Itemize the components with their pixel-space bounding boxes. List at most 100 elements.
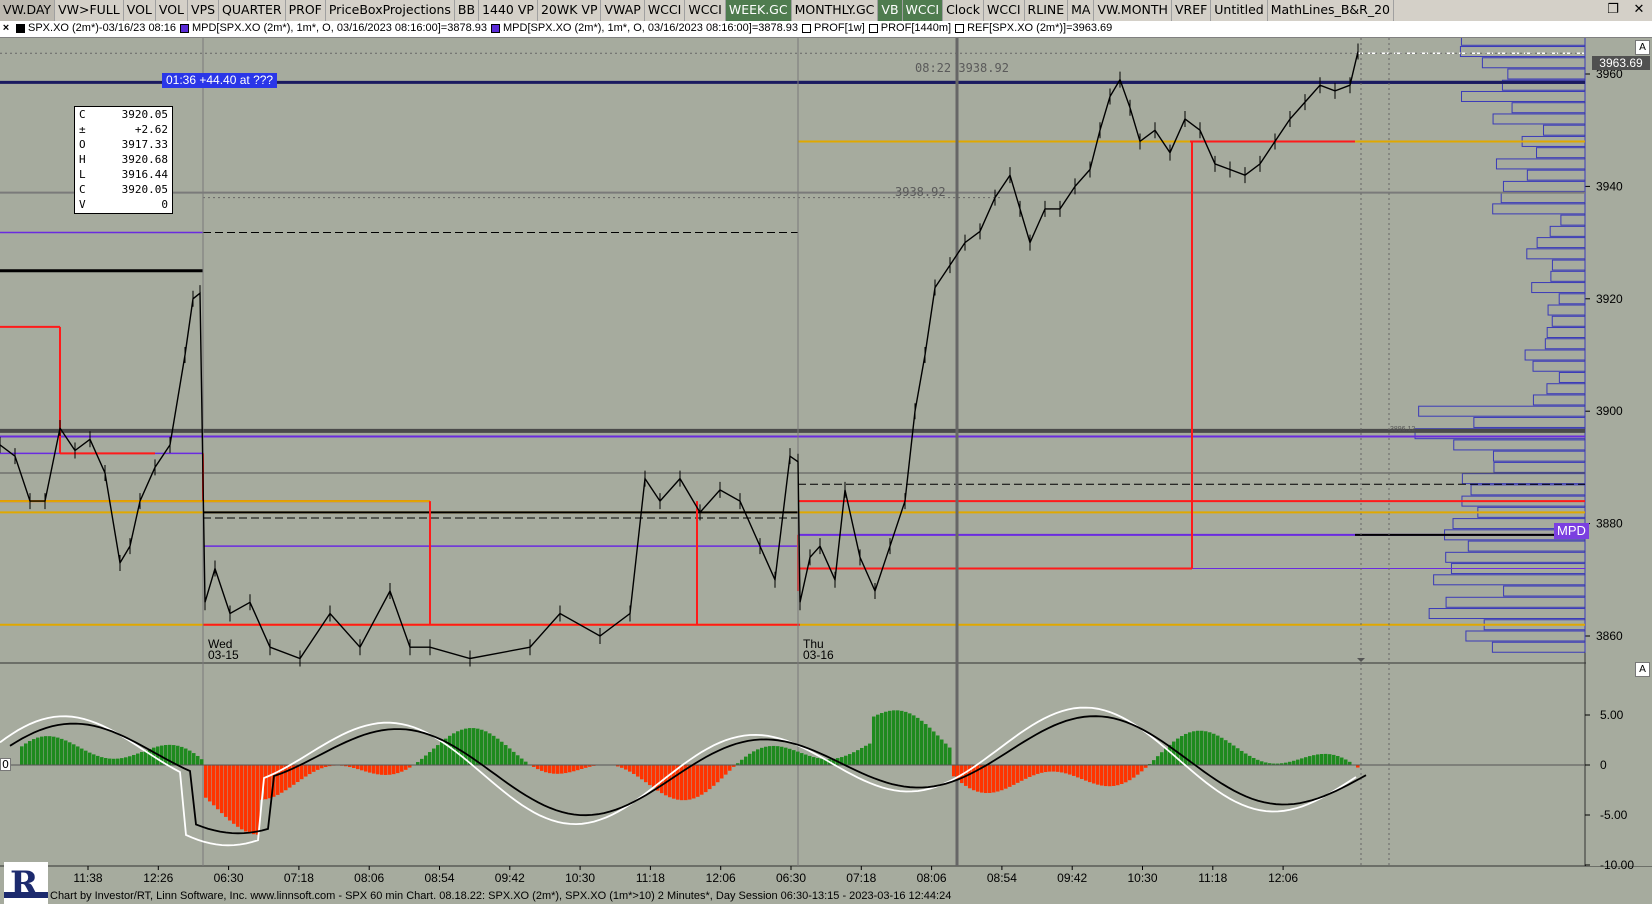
osc-histogram-bar bbox=[580, 765, 584, 770]
osc-histogram-bar bbox=[28, 741, 32, 765]
toolbar-tab-vw-day[interactable]: VW.DAY bbox=[0, 0, 56, 21]
toolbar-tab-vw-month[interactable]: VW.MONTH bbox=[1094, 0, 1172, 21]
toolbar-tab-mathlines-b-r-20[interactable]: MathLines_B&R_20 bbox=[1268, 0, 1394, 21]
toolbar-tab-wcci[interactable]: WCCI bbox=[645, 0, 686, 21]
osc-histogram-bar bbox=[740, 759, 744, 765]
toolbar-tab-ma[interactable]: MA bbox=[1068, 0, 1095, 21]
osc-histogram-bar bbox=[992, 765, 996, 793]
toolbar-tab-week-gc[interactable]: WEEK.GC bbox=[725, 0, 792, 21]
legend-item[interactable]: PROF[1440m] bbox=[881, 22, 951, 34]
legend-item[interactable]: MPD[SPX.XO (2m*), 1m*, O, 03/16/2023 08:… bbox=[192, 22, 487, 34]
osc-histogram-bar bbox=[1096, 765, 1100, 785]
toolbar-tab-vw-full[interactable]: VW>FULL bbox=[55, 0, 124, 21]
toolbar-tab-vwap[interactable]: VWAP bbox=[601, 0, 645, 21]
osc-histogram-bar bbox=[812, 757, 816, 765]
osc-axis-label: -10.00 bbox=[1600, 858, 1634, 872]
osc-histogram-bar bbox=[552, 765, 556, 774]
osc-histogram-bar bbox=[1208, 732, 1212, 765]
osc-histogram-bar bbox=[1016, 765, 1020, 783]
osc-axis-label: 0 bbox=[1600, 758, 1607, 772]
legend-item[interactable]: PROF[1w] bbox=[814, 22, 865, 34]
toolbar-tab-monthly-gc[interactable]: MONTHLY.GC bbox=[792, 0, 879, 21]
data-value: 3916.44 bbox=[121, 168, 168, 181]
time-axis-label: 07:18 bbox=[846, 871, 876, 885]
osc-histogram-bar bbox=[1344, 759, 1348, 765]
toolbar-tab-vref[interactable]: VREF bbox=[1172, 0, 1212, 21]
osc-histogram-bar bbox=[884, 711, 888, 765]
osc-histogram-bar bbox=[1328, 754, 1332, 765]
data-row: L 3916.44 bbox=[75, 167, 172, 182]
osc-histogram-bar bbox=[1052, 765, 1056, 772]
osc-histogram-bar bbox=[856, 750, 860, 765]
toolbar-tab-vol[interactable]: VOL bbox=[156, 0, 189, 21]
osc-histogram-bar bbox=[52, 736, 56, 765]
osc-histogram-bar bbox=[132, 754, 136, 765]
legend-item[interactable]: REF[SPX.XO (2m*)]=3963.69 bbox=[967, 22, 1112, 34]
osc-histogram-bar bbox=[624, 765, 628, 770]
legend-swatch bbox=[955, 23, 965, 33]
toolbar-tab-20wk-vp[interactable]: 20WK VP bbox=[538, 0, 602, 21]
osc-histogram-bar bbox=[216, 765, 220, 810]
osc-histogram-bar bbox=[696, 765, 700, 797]
osc-histogram-bar bbox=[232, 765, 236, 824]
price-chart[interactable]: 3960394039203900388038605.000-5.00-10.00… bbox=[0, 38, 1652, 888]
toolbar-tab-wcci[interactable]: WCCI bbox=[685, 0, 726, 21]
toolbar-tab-clock[interactable]: Clock bbox=[943, 0, 985, 21]
toolbar-tab-bb[interactable]: BB bbox=[455, 0, 480, 21]
osc-histogram-bar bbox=[916, 717, 920, 765]
osc-histogram-bar bbox=[708, 765, 712, 790]
legend-item[interactable]: MPD[SPX.XO (2m*), 1m*, O, 03/16/2023 08:… bbox=[503, 22, 798, 34]
osc-histogram-bar bbox=[520, 758, 524, 765]
time-axis-label: 07:18 bbox=[284, 871, 314, 885]
osc-histogram-bar bbox=[88, 752, 92, 765]
toolbar-tab-rline[interactable]: RLINE bbox=[1025, 0, 1069, 21]
toolbar-tab-1440-vp[interactable]: 1440 VP bbox=[479, 0, 538, 21]
restore-icon[interactable]: ❐ bbox=[1600, 0, 1626, 21]
osc-histogram-bar bbox=[648, 765, 652, 786]
osc-histogram-bar bbox=[780, 746, 784, 765]
osc-histogram-bar bbox=[1196, 730, 1200, 765]
osc-histogram-bar bbox=[644, 765, 648, 783]
osc-histogram-bar bbox=[1140, 765, 1144, 772]
osc-histogram-bar bbox=[872, 716, 876, 765]
legend-item[interactable]: SPX.XO (2m*)-03/16/23 08:16 bbox=[28, 22, 176, 34]
toolbar-tab-vps[interactable]: VPS bbox=[188, 0, 220, 21]
osc-histogram-bar bbox=[1200, 730, 1204, 765]
toolbar-tab-untitled[interactable]: Untitled bbox=[1211, 0, 1268, 21]
panel-button-a-bottom[interactable]: A bbox=[1635, 662, 1650, 677]
osc-histogram-bar bbox=[944, 743, 948, 765]
close-icon[interactable]: ✕ bbox=[1626, 0, 1652, 21]
osc-histogram-bar bbox=[212, 765, 216, 806]
toolbar-tab-wcci[interactable]: WCCI bbox=[902, 0, 944, 21]
osc-histogram-bar bbox=[220, 765, 224, 814]
toolbar-tab-prof[interactable]: PROF bbox=[286, 0, 326, 21]
level-label: 3938.92 bbox=[895, 185, 946, 199]
toolbar-tab-quarter[interactable]: QUARTER bbox=[219, 0, 286, 21]
toolbar-tab-vb[interactable]: VB bbox=[878, 0, 903, 21]
osc-histogram-bar bbox=[1236, 748, 1240, 765]
osc-histogram-bar bbox=[876, 714, 880, 765]
data-value: +2.62 bbox=[134, 123, 168, 136]
osc-histogram-bar bbox=[1308, 756, 1312, 765]
price-axis-label: 3860 bbox=[1596, 629, 1623, 643]
osc-histogram-bar bbox=[224, 765, 228, 817]
toolbar-tab-vol[interactable]: VOL bbox=[124, 0, 156, 21]
osc-histogram-bar bbox=[236, 765, 240, 827]
toolbar-tab-priceboxprojections[interactable]: PriceBoxProjections bbox=[326, 0, 455, 21]
toolbar-tab-wcci[interactable]: WCCI bbox=[984, 0, 1025, 21]
legend-swatch bbox=[491, 23, 500, 33]
osc-histogram-bar bbox=[912, 715, 916, 765]
panel-button-a-top[interactable]: A bbox=[1635, 40, 1650, 55]
osc-histogram-bar bbox=[716, 765, 720, 783]
status-bar: Chart by Investor/RT, Linn Software, Inc… bbox=[50, 890, 952, 902]
osc-histogram-bar bbox=[104, 758, 108, 765]
legend-close-icon[interactable]: × bbox=[0, 21, 12, 36]
osc-histogram-bar bbox=[1224, 740, 1228, 765]
osc-histogram-bar bbox=[56, 737, 60, 765]
osc-histogram-bar bbox=[820, 758, 824, 765]
osc-histogram-bar bbox=[80, 748, 84, 765]
osc-histogram-bar bbox=[76, 746, 80, 765]
osc-histogram-bar bbox=[1104, 765, 1108, 787]
osc-histogram-bar bbox=[112, 758, 116, 765]
osc-histogram-bar bbox=[84, 750, 88, 765]
